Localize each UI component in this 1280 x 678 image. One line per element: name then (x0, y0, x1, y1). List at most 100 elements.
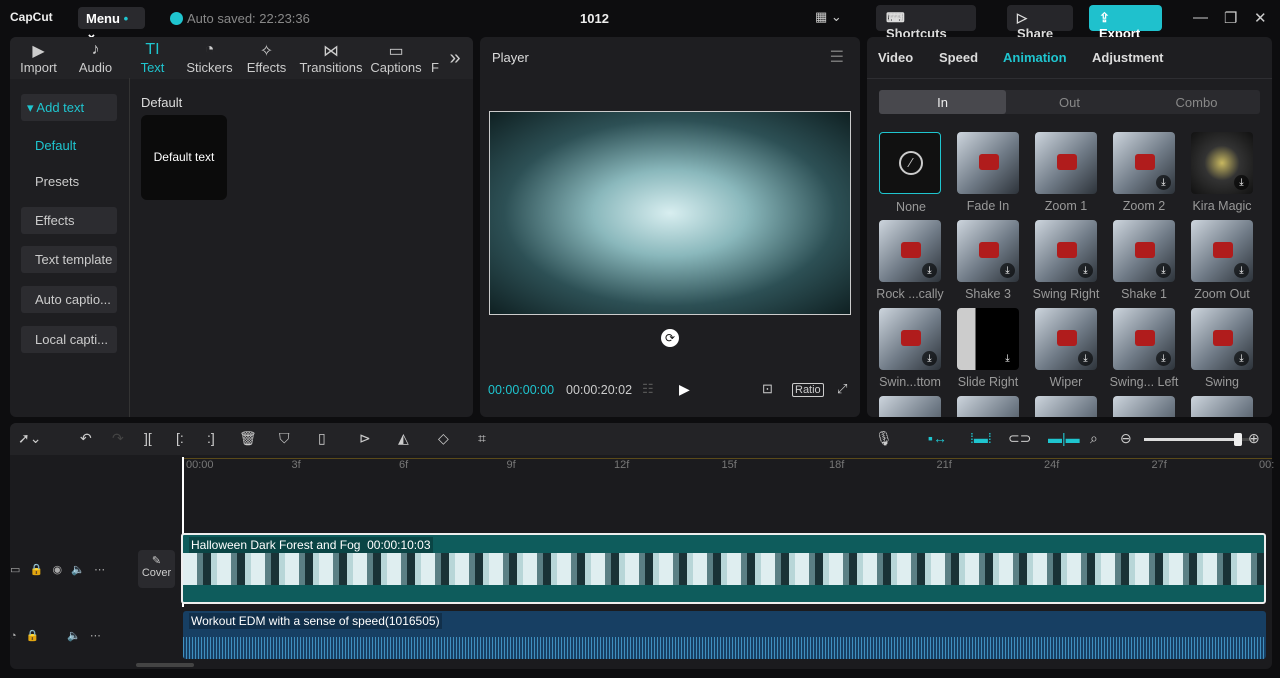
cover-button[interactable]: ✎ Cover (138, 550, 175, 588)
split-icon[interactable]: ][ (144, 430, 152, 446)
animation-item[interactable]: ⤓ Swing Right (1033, 220, 1099, 301)
tab-filters[interactable]: F (425, 37, 445, 79)
link-icon[interactable]: ⊂⊃ (1008, 430, 1031, 447)
animation-item[interactable] (1035, 396, 1097, 417)
zoom-slider[interactable] (1144, 433, 1254, 446)
tab-adjustment[interactable]: Adjustment (1092, 50, 1164, 65)
animation-item[interactable] (957, 396, 1019, 417)
add-text-button[interactable]: ▾ Add text (21, 94, 117, 121)
sidebar-item-local-captions[interactable]: Local capti... (21, 326, 117, 353)
segment-combo[interactable]: Combo (1133, 90, 1260, 114)
audio-clip[interactable]: Workout EDM with a sense of speed(101650… (183, 611, 1266, 659)
zoom-in-icon[interactable]: ⊕ (1248, 430, 1260, 447)
tab-stickers[interactable]: ◔ Stickers (181, 37, 238, 79)
lock-icon[interactable]: 🔒 (30, 564, 44, 576)
download-icon[interactable]: ⤓ (1078, 351, 1093, 366)
layout-icon[interactable]: ▦ ⌄ (815, 9, 842, 25)
tab-audio[interactable]: ♪ Audio (67, 37, 124, 79)
zoom-slider-handle[interactable] (1233, 433, 1242, 446)
sidebar-item-effects[interactable]: Effects (21, 207, 117, 234)
volume-icon[interactable]: 🔈 (67, 630, 81, 642)
animation-item[interactable]: ⤓ Zoom Out (1191, 220, 1253, 301)
menu-button[interactable]: Menu • ⌄ (78, 7, 145, 41)
animation-item[interactable]: Fade In (957, 132, 1019, 213)
fullscreen-icon[interactable]: ⤢ (837, 381, 847, 397)
timeline-ruler[interactable]: 00:00 3f 6f 9f 12f 15f 18f 21f 24f 27f 00: (184, 458, 1274, 472)
fit-icon[interactable]: ⊡ (762, 381, 773, 397)
tab-import[interactable]: ▶ Import (10, 37, 67, 79)
reverse-icon[interactable]: ⊳ (359, 430, 371, 447)
rotate-icon[interactable]: ⟳ (661, 329, 679, 347)
undo-icon[interactable]: ↶ (80, 430, 92, 447)
horizontal-scrollbar[interactable] (136, 663, 194, 667)
split-left-icon[interactable]: [: (176, 430, 184, 446)
more-icon[interactable]: ⋯ (90, 630, 101, 642)
fit-timeline-icon[interactable]: ⌕ (1090, 430, 1098, 447)
crop-icon[interactable]: ⌗ (478, 430, 486, 447)
animation-item[interactable]: ⤓ Wiper (1035, 308, 1097, 389)
tab-text[interactable]: TI Text (124, 37, 181, 79)
sidebar-item-presets[interactable]: Presets (21, 168, 117, 195)
animation-item[interactable]: ⤓ Kira Magic (1191, 132, 1253, 213)
menu-icon[interactable]: ☰ (830, 47, 844, 67)
grid-icon[interactable]: ☷ (642, 381, 654, 397)
delete-icon[interactable]: 🗑 (239, 430, 257, 447)
tab-transitions[interactable]: ⋈ Transitions (295, 37, 367, 79)
animation-item[interactable]: ⤓ Zoom 2 (1113, 132, 1175, 213)
more-icon[interactable]: ⋯ (94, 564, 105, 576)
split-right-icon[interactable]: :] (207, 430, 215, 446)
play-icon[interactable]: ▶ (679, 381, 690, 398)
download-icon[interactable]: ⤓ (922, 351, 937, 366)
animation-item[interactable]: ⤓ Shake 1 (1113, 220, 1175, 301)
animation-item[interactable] (1191, 396, 1253, 417)
video-preview[interactable] (489, 111, 851, 315)
redo-icon[interactable]: ↷ (112, 430, 124, 447)
animation-item[interactable]: Zoom 1 (1035, 132, 1097, 213)
tab-speed[interactable]: Speed (939, 50, 978, 65)
default-text-card[interactable]: Default text (141, 115, 227, 200)
video-clip[interactable]: Halloween Dark Forest and Fog 00:00:10:0… (181, 533, 1266, 604)
animation-item[interactable]: ⤓ Swing... Left (1110, 308, 1178, 389)
download-icon[interactable]: ⤓ (1156, 263, 1171, 278)
rotate-clip-icon[interactable]: ◇ (438, 430, 449, 447)
download-icon[interactable]: ⤓ (1156, 175, 1171, 190)
mirror-icon[interactable]: ◭ (398, 430, 409, 447)
animation-item[interactable]: ⁄ None (879, 132, 941, 214)
animation-item[interactable]: ⤓ Slide Right (957, 308, 1019, 389)
volume-icon[interactable]: 🔈 (71, 564, 85, 576)
animation-item[interactable]: ⤓ Rock ...cally (876, 220, 944, 301)
maximize-icon[interactable]: ❐ (1224, 9, 1237, 27)
animation-item[interactable] (1113, 396, 1175, 417)
download-icon[interactable]: ⤓ (1234, 263, 1249, 278)
segment-out[interactable]: Out (1006, 90, 1133, 114)
share-button[interactable]: ▷ Share (1007, 5, 1073, 41)
ratio-button[interactable]: Ratio (792, 383, 824, 397)
tab-animation[interactable]: Animation (1003, 50, 1067, 65)
lock-icon[interactable]: 🔒 (26, 630, 40, 642)
auto-snap-icon[interactable]: ⁞▬⁞ (970, 430, 992, 446)
sidebar-item-default[interactable]: Default (21, 132, 117, 159)
download-icon[interactable]: ⤓ (1234, 351, 1249, 366)
tab-captions[interactable]: ▭ Captions (367, 37, 425, 79)
microphone-icon[interactable]: 🎙 (875, 430, 893, 447)
animation-item[interactable] (879, 396, 941, 417)
marker-icon[interactable]: ⛉ (279, 430, 290, 447)
zoom-out-icon[interactable]: ⊖ (1120, 430, 1132, 447)
minimize-icon[interactable]: — (1193, 9, 1208, 26)
sidebar-item-text-template[interactable]: Text template (21, 246, 117, 273)
preview-axis-icon[interactable]: ▬|▬ (1048, 430, 1080, 446)
download-icon[interactable]: ⤓ (1000, 351, 1015, 366)
freeze-icon[interactable]: ▯ (318, 430, 326, 447)
shortcuts-button[interactable]: ⌨ Shortcuts (876, 5, 976, 41)
close-icon[interactable]: ✕ (1254, 9, 1267, 27)
eye-icon[interactable]: ◉ (52, 564, 62, 576)
animation-item[interactable]: ⤓ Swing (1191, 308, 1253, 389)
download-icon[interactable]: ⤓ (1000, 263, 1015, 278)
tab-video[interactable]: Video (878, 50, 913, 65)
download-icon[interactable]: ⤓ (922, 263, 937, 278)
download-icon[interactable]: ⤓ (1156, 351, 1171, 366)
main-track-magnet-icon[interactable]: ▪↔ (928, 430, 947, 446)
download-icon[interactable]: ⤓ (1234, 175, 1249, 190)
sidebar-item-auto-captions[interactable]: Auto captio... (21, 286, 117, 313)
more-tabs-icon[interactable]: » (445, 37, 465, 79)
